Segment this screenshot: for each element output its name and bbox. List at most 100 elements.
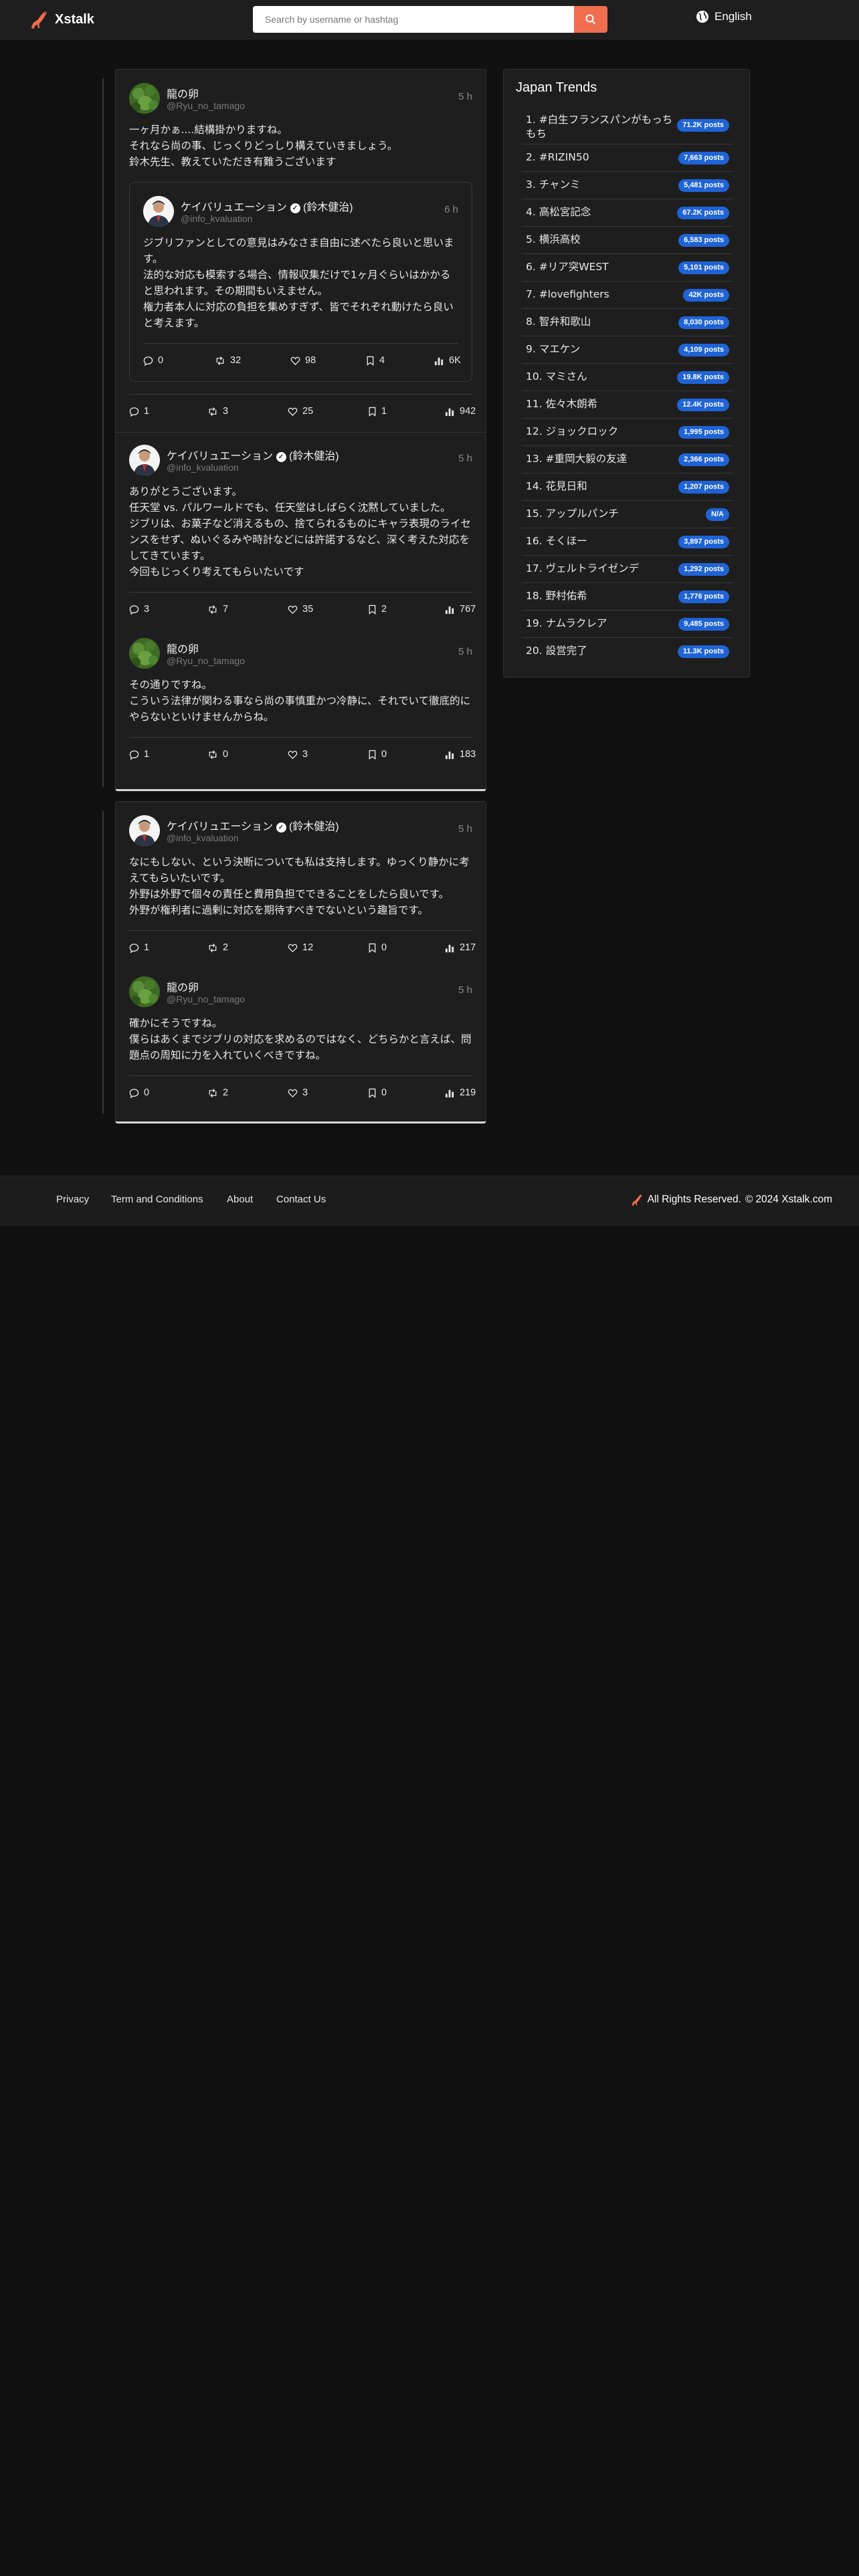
post[interactable]: 龍の卵 @Ryu_no_tamago 5 h 一ヶ月かぁ....結構掛かりますね… xyxy=(116,70,486,432)
author-name[interactable]: 龍の卵 xyxy=(167,978,199,994)
trend-item[interactable]: 5. 横浜高校 6,583 posts xyxy=(522,227,733,254)
trend-item[interactable]: 17. ヴェルトライゼンデ 1,292 posts xyxy=(522,556,733,583)
bookmark-button[interactable]: 4 xyxy=(366,355,385,366)
repost-button[interactable]: 3 xyxy=(207,406,228,417)
bookmark-button[interactable]: 0 xyxy=(368,749,387,760)
brand[interactable]: Xstalk xyxy=(27,8,94,31)
footer-link-contact[interactable]: Contact Us xyxy=(276,1194,326,1205)
trend-label[interactable]: 17. ヴェルトライゼンデ xyxy=(526,562,673,576)
language-selector[interactable]: English xyxy=(696,10,752,23)
trend-item[interactable]: 10. マミさん 19.8K posts xyxy=(522,364,733,391)
reply-button[interactable]: 3 xyxy=(129,604,149,615)
views-button[interactable]: 183 xyxy=(445,749,476,760)
footer-link-terms[interactable]: Term and Conditions xyxy=(111,1194,203,1205)
trend-label[interactable]: 19. ナムラクレア xyxy=(526,617,673,631)
trend-item[interactable]: 2. #RIZIN50 7,663 posts xyxy=(522,144,733,172)
views-button[interactable]: 217 xyxy=(445,942,476,953)
views-button[interactable]: 767 xyxy=(445,604,476,615)
post[interactable]: ケイバリュエーション ✓ (鈴木健治) @info_kvaluation 5 h… xyxy=(116,802,486,968)
trend-label[interactable]: 18. 野村佑希 xyxy=(526,589,673,603)
search-button[interactable] xyxy=(574,6,607,33)
like-button[interactable]: 25 xyxy=(288,406,313,417)
author-handle[interactable]: @Ryu_no_tamago xyxy=(167,100,245,111)
like-button[interactable]: 12 xyxy=(288,942,313,953)
trend-item[interactable]: 20. 設営完了 11.3K posts xyxy=(522,638,733,665)
trend-item[interactable]: 13. #重岡大毅の友達 2,366 posts xyxy=(522,446,733,473)
trend-label[interactable]: 9. マエケン xyxy=(526,342,673,356)
search-input[interactable] xyxy=(253,6,574,33)
avatar[interactable] xyxy=(143,196,174,227)
author-handle[interactable]: @info_kvaluation xyxy=(181,213,253,224)
repost-button[interactable]: 7 xyxy=(207,604,228,615)
trend-item[interactable]: 4. 高松宮記念 67.2K posts xyxy=(522,199,733,227)
trend-item[interactable]: 19. ナムラクレア 9,485 posts xyxy=(522,611,733,638)
views-button[interactable]: 219 xyxy=(445,1087,476,1098)
trend-label[interactable]: 8. 智弁和歌山 xyxy=(526,315,673,329)
trend-label[interactable]: 5. 横浜高校 xyxy=(526,233,673,247)
reply-button[interactable]: 0 xyxy=(129,1087,149,1098)
post[interactable]: 龍の卵 @Ryu_no_tamago 5 h その通りですね。 こういう法律が関… xyxy=(116,630,486,775)
repost-button[interactable]: 0 xyxy=(207,749,228,760)
avatar[interactable] xyxy=(129,976,160,1007)
author-name[interactable]: 龍の卵 xyxy=(167,640,199,656)
trend-label[interactable]: 4. 高松宮記念 xyxy=(526,205,673,219)
reply-button[interactable]: 1 xyxy=(129,406,149,417)
trend-item[interactable]: 9. マエケン 4,109 posts xyxy=(522,336,733,364)
reply-button[interactable]: 1 xyxy=(129,942,149,953)
trend-label[interactable]: 15. アップルパンチ xyxy=(526,507,673,521)
trend-item[interactable]: 3. チャンミ 5,481 posts xyxy=(522,172,733,199)
like-button[interactable]: 35 xyxy=(288,604,313,615)
author-name[interactable]: ケイバリュエーション xyxy=(181,202,287,213)
post[interactable]: 龍の卵 @Ryu_no_tamago 5 h 確かにそうですね。 僕らはあくまで… xyxy=(116,968,486,1113)
like-button[interactable]: 3 xyxy=(288,749,308,760)
avatar[interactable] xyxy=(129,638,160,669)
avatar[interactable] xyxy=(129,445,160,475)
reply-button[interactable]: 0 xyxy=(143,355,163,366)
author-handle[interactable]: @info_kvaluation xyxy=(167,833,239,843)
trend-item[interactable]: 1. #白生フランスパンがもっちもち 71.2K posts xyxy=(522,107,733,144)
bookmark-button[interactable]: 0 xyxy=(368,1087,387,1098)
repost-button[interactable]: 32 xyxy=(215,355,241,366)
trend-item[interactable]: 16. そくほー 3,897 posts xyxy=(522,528,733,556)
footer-link-about[interactable]: About xyxy=(227,1194,253,1205)
footer-link-privacy[interactable]: Privacy xyxy=(56,1194,89,1205)
avatar[interactable] xyxy=(129,83,160,114)
quoted-post[interactable]: ケイバリュエーション ✓ (鈴木健治) @info_kvaluation 6 h… xyxy=(129,182,472,382)
author-name[interactable]: ケイバリュエーション xyxy=(167,451,273,462)
trend-item[interactable]: 11. 佐々木朗希 12.4K posts xyxy=(522,391,733,419)
bookmark-button[interactable]: 2 xyxy=(368,604,387,615)
author-handle[interactable]: @Ryu_no_tamago xyxy=(167,655,245,666)
trend-item[interactable]: 14. 花見日和 1,207 posts xyxy=(522,473,733,501)
repost-button[interactable]: 2 xyxy=(207,942,228,953)
author-handle[interactable]: @info_kvaluation xyxy=(167,462,239,473)
trend-label[interactable]: 12. ジョックロック xyxy=(526,425,673,439)
author-name[interactable]: 龍の卵 xyxy=(167,85,199,101)
trend-label[interactable]: 14. 花見日和 xyxy=(526,479,673,494)
trend-label[interactable]: 13. #重岡大毅の友達 xyxy=(526,452,673,466)
trend-label[interactable]: 2. #RIZIN50 xyxy=(526,150,673,165)
trend-label[interactable]: 16. そくほー xyxy=(526,534,673,548)
post[interactable]: ケイバリュエーション ✓ (鈴木健治) @info_kvaluation 5 h… xyxy=(116,432,486,630)
bookmark-button[interactable]: 0 xyxy=(368,942,387,953)
author-name[interactable]: ケイバリュエーション xyxy=(167,821,273,833)
like-button[interactable]: 3 xyxy=(288,1087,308,1098)
trend-label[interactable]: 6. #リア突WEST xyxy=(526,260,673,274)
trend-item[interactable]: 15. アップルパンチ N/A xyxy=(522,501,733,528)
repost-button[interactable]: 2 xyxy=(207,1087,228,1098)
trend-label[interactable]: 1. #白生フランスパンがもっちもち xyxy=(526,113,673,141)
like-button[interactable]: 98 xyxy=(290,355,316,366)
bookmark-button[interactable]: 1 xyxy=(368,406,387,417)
author-handle[interactable]: @Ryu_no_tamago xyxy=(167,994,245,1004)
trend-label[interactable]: 20. 設営完了 xyxy=(526,644,673,658)
trend-label[interactable]: 11. 佐々木朗希 xyxy=(526,397,673,411)
trend-label[interactable]: 3. チャンミ xyxy=(526,178,673,192)
views-button[interactable]: 6K xyxy=(434,355,461,366)
trend-item[interactable]: 12. ジョックロック 1,995 posts xyxy=(522,419,733,446)
trend-item[interactable]: 6. #リア突WEST 5,101 posts xyxy=(522,254,733,282)
avatar[interactable] xyxy=(129,815,160,846)
views-button[interactable]: 942 xyxy=(445,406,476,417)
trend-item[interactable]: 8. 智弁和歌山 8,030 posts xyxy=(522,309,733,336)
trend-label[interactable]: 7. #lovefighters xyxy=(526,288,673,302)
trend-item[interactable]: 7. #lovefighters 42K posts xyxy=(522,282,733,309)
trend-label[interactable]: 10. マミさん xyxy=(526,370,673,384)
